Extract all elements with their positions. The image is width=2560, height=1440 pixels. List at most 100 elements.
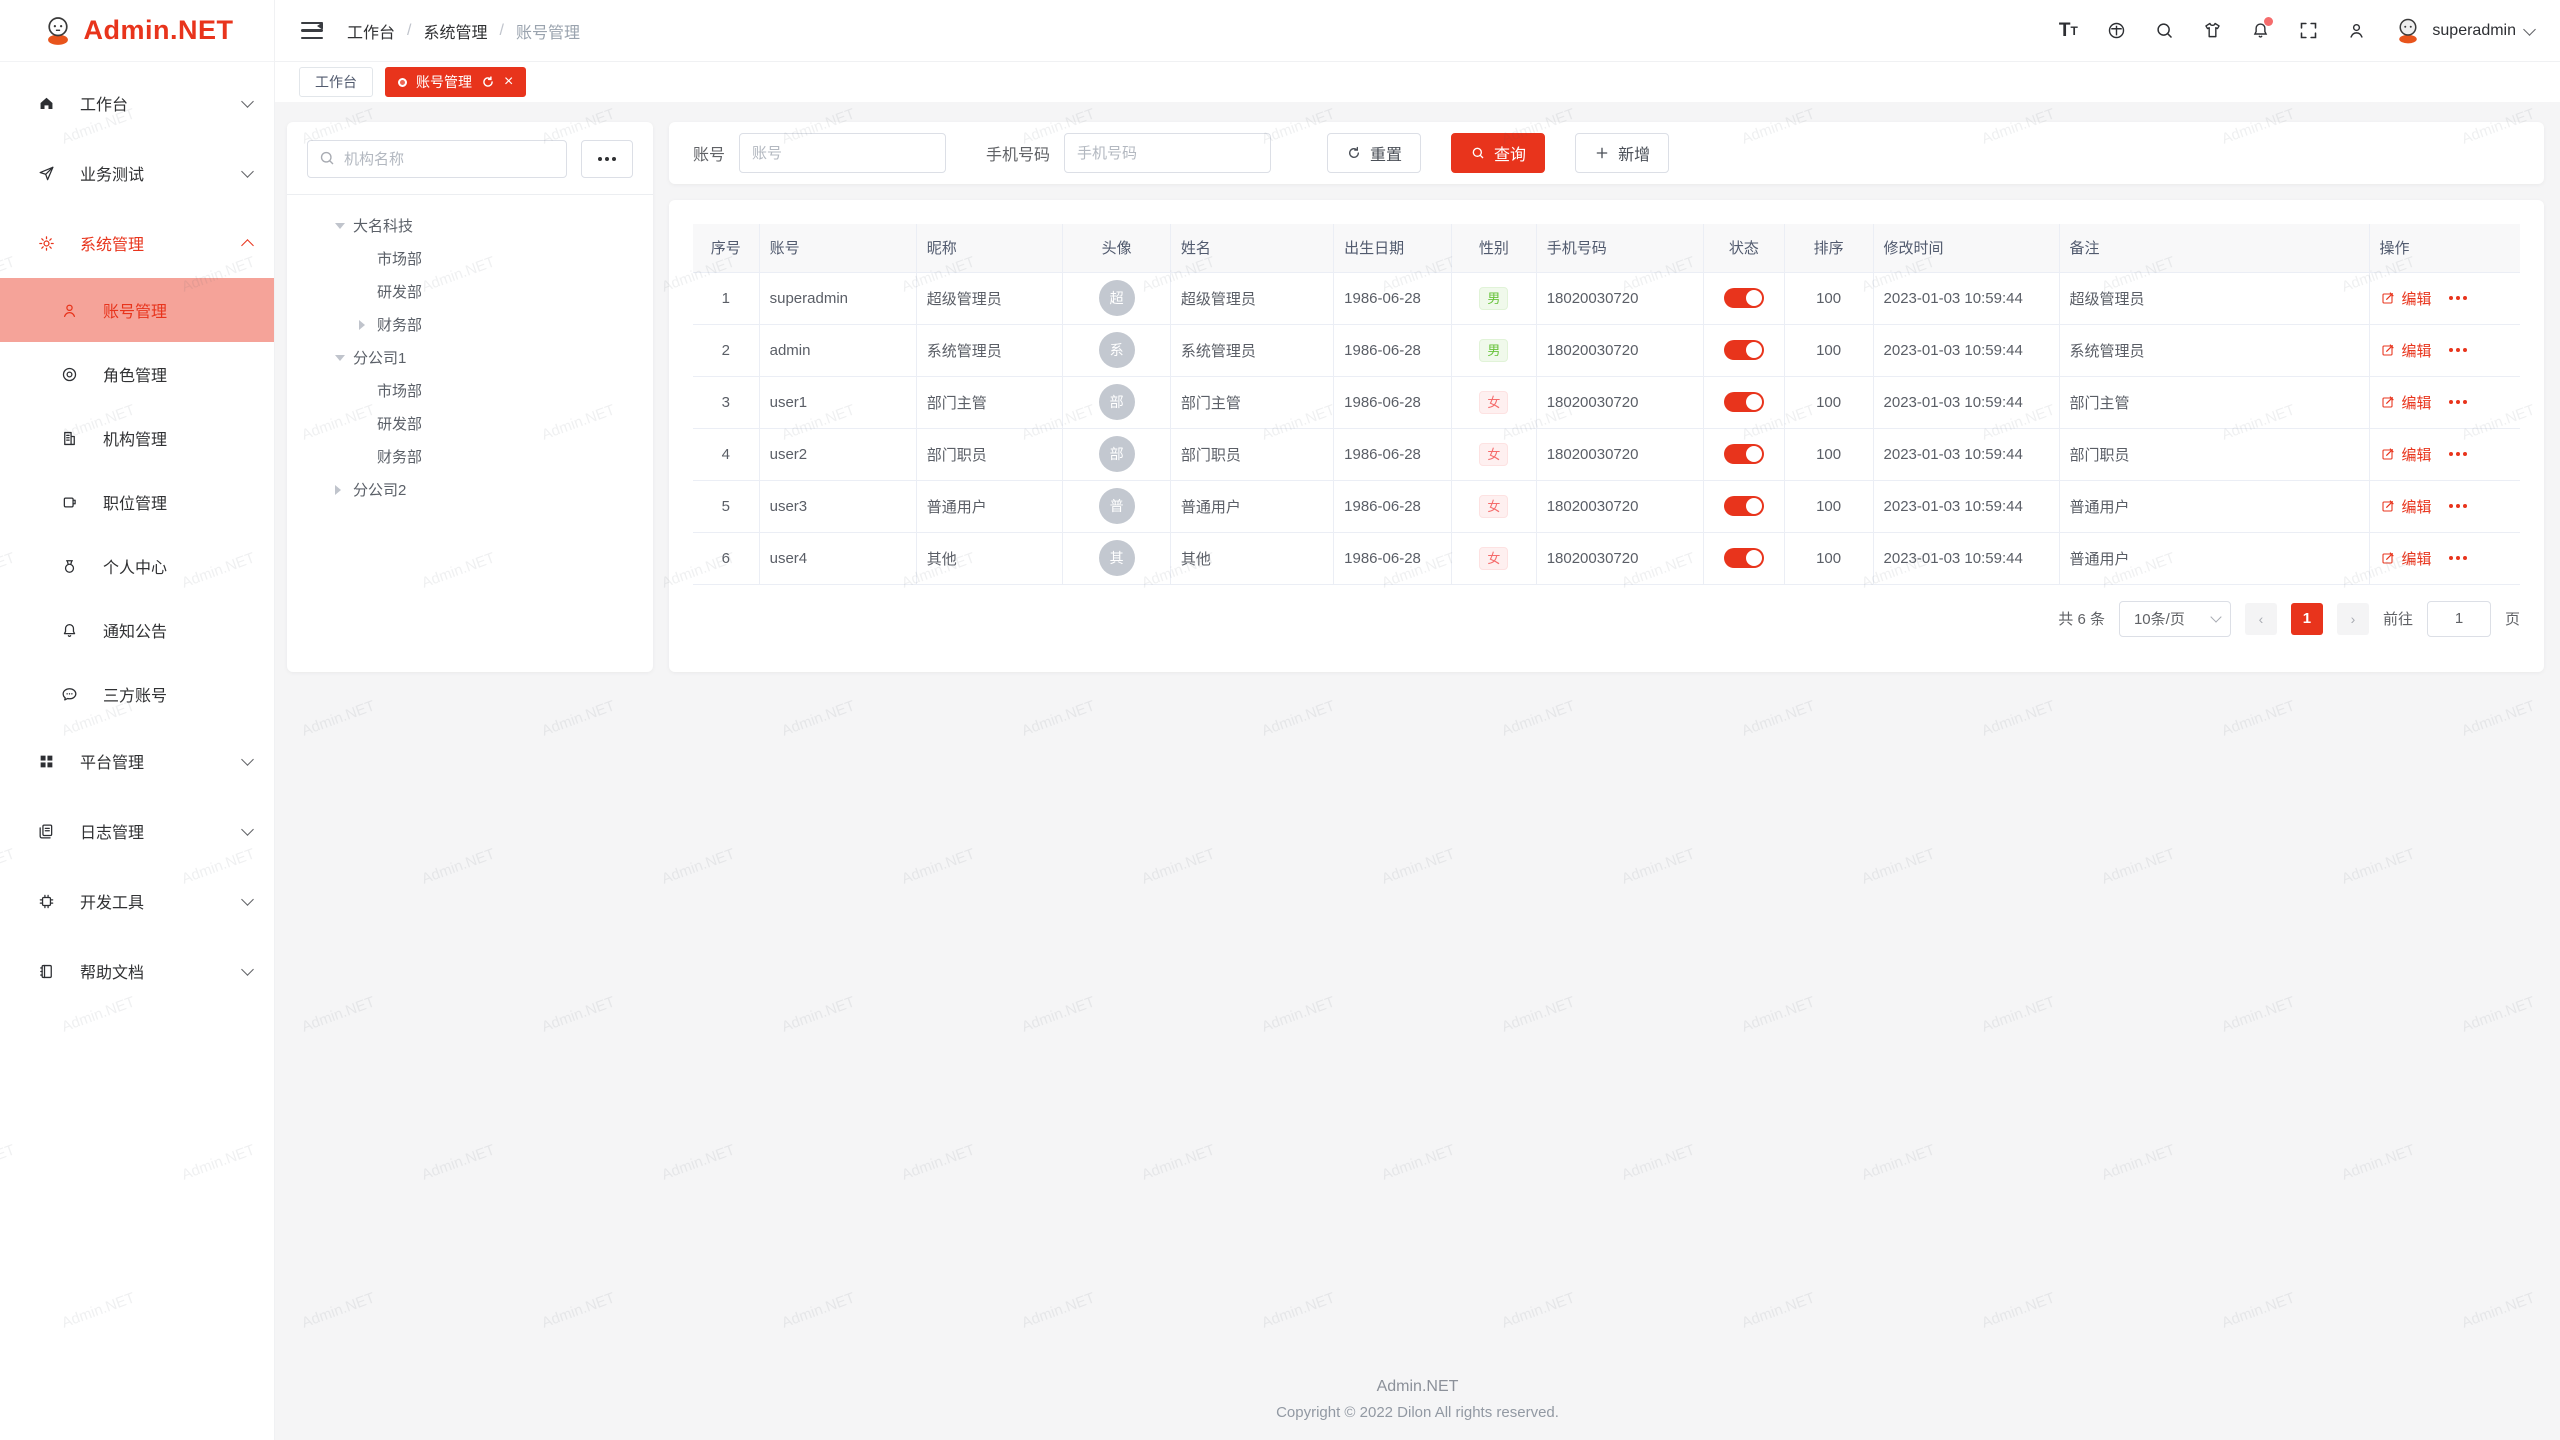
cell-status (1704, 532, 1785, 584)
account-input[interactable] (739, 133, 946, 173)
row-more-button[interactable] (2449, 452, 2467, 456)
chevron-down-icon (241, 165, 254, 178)
cell-account: user4 (759, 532, 916, 584)
org-search-input[interactable] (307, 140, 567, 178)
font-size-icon[interactable]: TT (2057, 20, 2079, 42)
sidebar-item-dev-tools[interactable]: 开发工具 (0, 866, 274, 936)
gear-icon (37, 234, 56, 253)
sidebar-item-role-mgmt[interactable]: 角色管理 (0, 342, 274, 406)
status-toggle[interactable] (1724, 444, 1764, 464)
goto-page-input[interactable] (2427, 601, 2491, 637)
next-page-button[interactable]: › (2337, 603, 2369, 635)
tree-item[interactable]: 研发部 (307, 407, 633, 440)
logo[interactable]: Admin.NET (0, 0, 274, 62)
edit-button[interactable]: 编辑 (2380, 340, 2432, 361)
current-page-button[interactable]: 1 (2291, 603, 2323, 635)
row-more-button[interactable] (2449, 556, 2467, 560)
sidebar-item-label: 帮助文档 (80, 959, 243, 983)
status-toggle[interactable] (1724, 496, 1764, 516)
tree-item[interactable]: 大名科技 (307, 209, 633, 242)
column-header: 操作 (2369, 224, 2520, 272)
sidebar-item-label: 业务测试 (80, 161, 243, 185)
sidebar-item-org-mgmt[interactable]: 机构管理 (0, 406, 274, 470)
sidebar-item-label: 日志管理 (80, 819, 243, 843)
edit-label: 编辑 (2402, 288, 2432, 309)
sidebar-item-profile-center[interactable]: 个人中心 (0, 534, 274, 598)
collapse-sidebar-icon[interactable] (301, 22, 323, 40)
cell-account: user2 (759, 428, 916, 480)
notification-bell-icon[interactable] (2249, 20, 2271, 42)
edit-label: 编辑 (2402, 392, 2432, 413)
sidebar-item-account-mgmt[interactable]: 账号管理 (0, 278, 274, 342)
edit-button[interactable]: 编辑 (2380, 288, 2432, 309)
tree-item[interactable]: 财务部 (307, 308, 633, 341)
avatar: 普 (1099, 488, 1135, 524)
tab-refresh-icon[interactable] (481, 75, 495, 89)
column-header: 账号 (759, 224, 916, 272)
edit-button[interactable]: 编辑 (2380, 444, 2432, 465)
search-icon[interactable] (2153, 20, 2175, 42)
tree-item[interactable]: 分公司1 (307, 341, 633, 374)
edit-button[interactable]: 编辑 (2380, 392, 2432, 413)
tab-workbench[interactable]: 工作台 (299, 67, 373, 97)
phone-input[interactable] (1064, 133, 1271, 173)
user-menu[interactable]: superadmin (2393, 16, 2534, 46)
row-more-button[interactable] (2449, 348, 2467, 352)
cell-no: 5 (693, 480, 759, 532)
reset-button[interactable]: 重置 (1327, 133, 1421, 173)
sidebar-item-platform-mgmt[interactable]: 平台管理 (0, 726, 274, 796)
user-icon[interactable] (2345, 20, 2367, 42)
status-toggle[interactable] (1724, 340, 1764, 360)
status-toggle[interactable] (1724, 288, 1764, 308)
tree-caret-down-icon[interactable] (335, 223, 353, 229)
sidebar-item-third-account[interactable]: 三方账号 (0, 662, 274, 726)
cell-modified: 2023-01-03 10:59:44 (1873, 532, 2059, 584)
column-header: 昵称 (916, 224, 1063, 272)
column-header: 修改时间 (1873, 224, 2059, 272)
status-toggle[interactable] (1724, 548, 1764, 568)
cell-no: 3 (693, 376, 759, 428)
breadcrumb-workbench[interactable]: 工作台 (347, 19, 395, 43)
cell-phone: 18020030720 (1536, 376, 1703, 428)
query-button[interactable]: 查询 (1451, 133, 1545, 173)
search-icon (1470, 145, 1486, 161)
status-toggle[interactable] (1724, 392, 1764, 412)
tree-caret-right-icon[interactable] (359, 320, 377, 330)
breadcrumb-system[interactable]: 系统管理 (423, 19, 487, 43)
row-more-button[interactable] (2449, 296, 2467, 300)
tree-item[interactable]: 市场部 (307, 374, 633, 407)
reset-label: 重置 (1370, 141, 1402, 165)
column-header: 状态 (1704, 224, 1785, 272)
page-size-select[interactable]: 10条/页 (2119, 601, 2231, 637)
theme-icon[interactable] (2201, 20, 2223, 42)
cell-remark: 普通用户 (2059, 480, 2369, 532)
sidebar-item-label: 平台管理 (80, 749, 243, 773)
cell-modified: 2023-01-03 10:59:44 (1873, 324, 2059, 376)
tree-item[interactable]: 市场部 (307, 242, 633, 275)
org-more-button[interactable] (581, 140, 633, 178)
add-button[interactable]: 新增 (1575, 133, 1669, 173)
tree-item[interactable]: 财务部 (307, 440, 633, 473)
sidebar-item-workbench[interactable]: 工作台 (0, 68, 274, 138)
tree-caret-down-icon[interactable] (335, 355, 353, 361)
tree-item[interactable]: 分公司2 (307, 473, 633, 506)
fullscreen-icon[interactable] (2297, 20, 2319, 42)
prev-page-button[interactable]: ‹ (2245, 603, 2277, 635)
sidebar-item-position-mgmt[interactable]: 职位管理 (0, 470, 274, 534)
row-more-button[interactable] (2449, 504, 2467, 508)
tab-account-mgmt[interactable]: 账号管理 × (385, 67, 526, 97)
edit-button[interactable]: 编辑 (2380, 548, 2432, 569)
cell-op: 编辑 (2369, 428, 2520, 480)
tree-item[interactable]: 研发部 (307, 275, 633, 308)
tree-caret-right-icon[interactable] (335, 485, 353, 495)
edit-button[interactable]: 编辑 (2380, 496, 2432, 517)
chat-icon (60, 685, 79, 704)
tab-close-icon[interactable]: × (504, 74, 513, 90)
language-icon[interactable] (2105, 20, 2127, 42)
sidebar-item-notice[interactable]: 通知公告 (0, 598, 274, 662)
sidebar-item-help-docs[interactable]: 帮助文档 (0, 936, 274, 1006)
sidebar-item-log-mgmt[interactable]: 日志管理 (0, 796, 274, 866)
row-more-button[interactable] (2449, 400, 2467, 404)
sidebar-item-business-test[interactable]: 业务测试 (0, 138, 274, 208)
sidebar-item-system-mgmt[interactable]: 系统管理 (0, 208, 274, 278)
